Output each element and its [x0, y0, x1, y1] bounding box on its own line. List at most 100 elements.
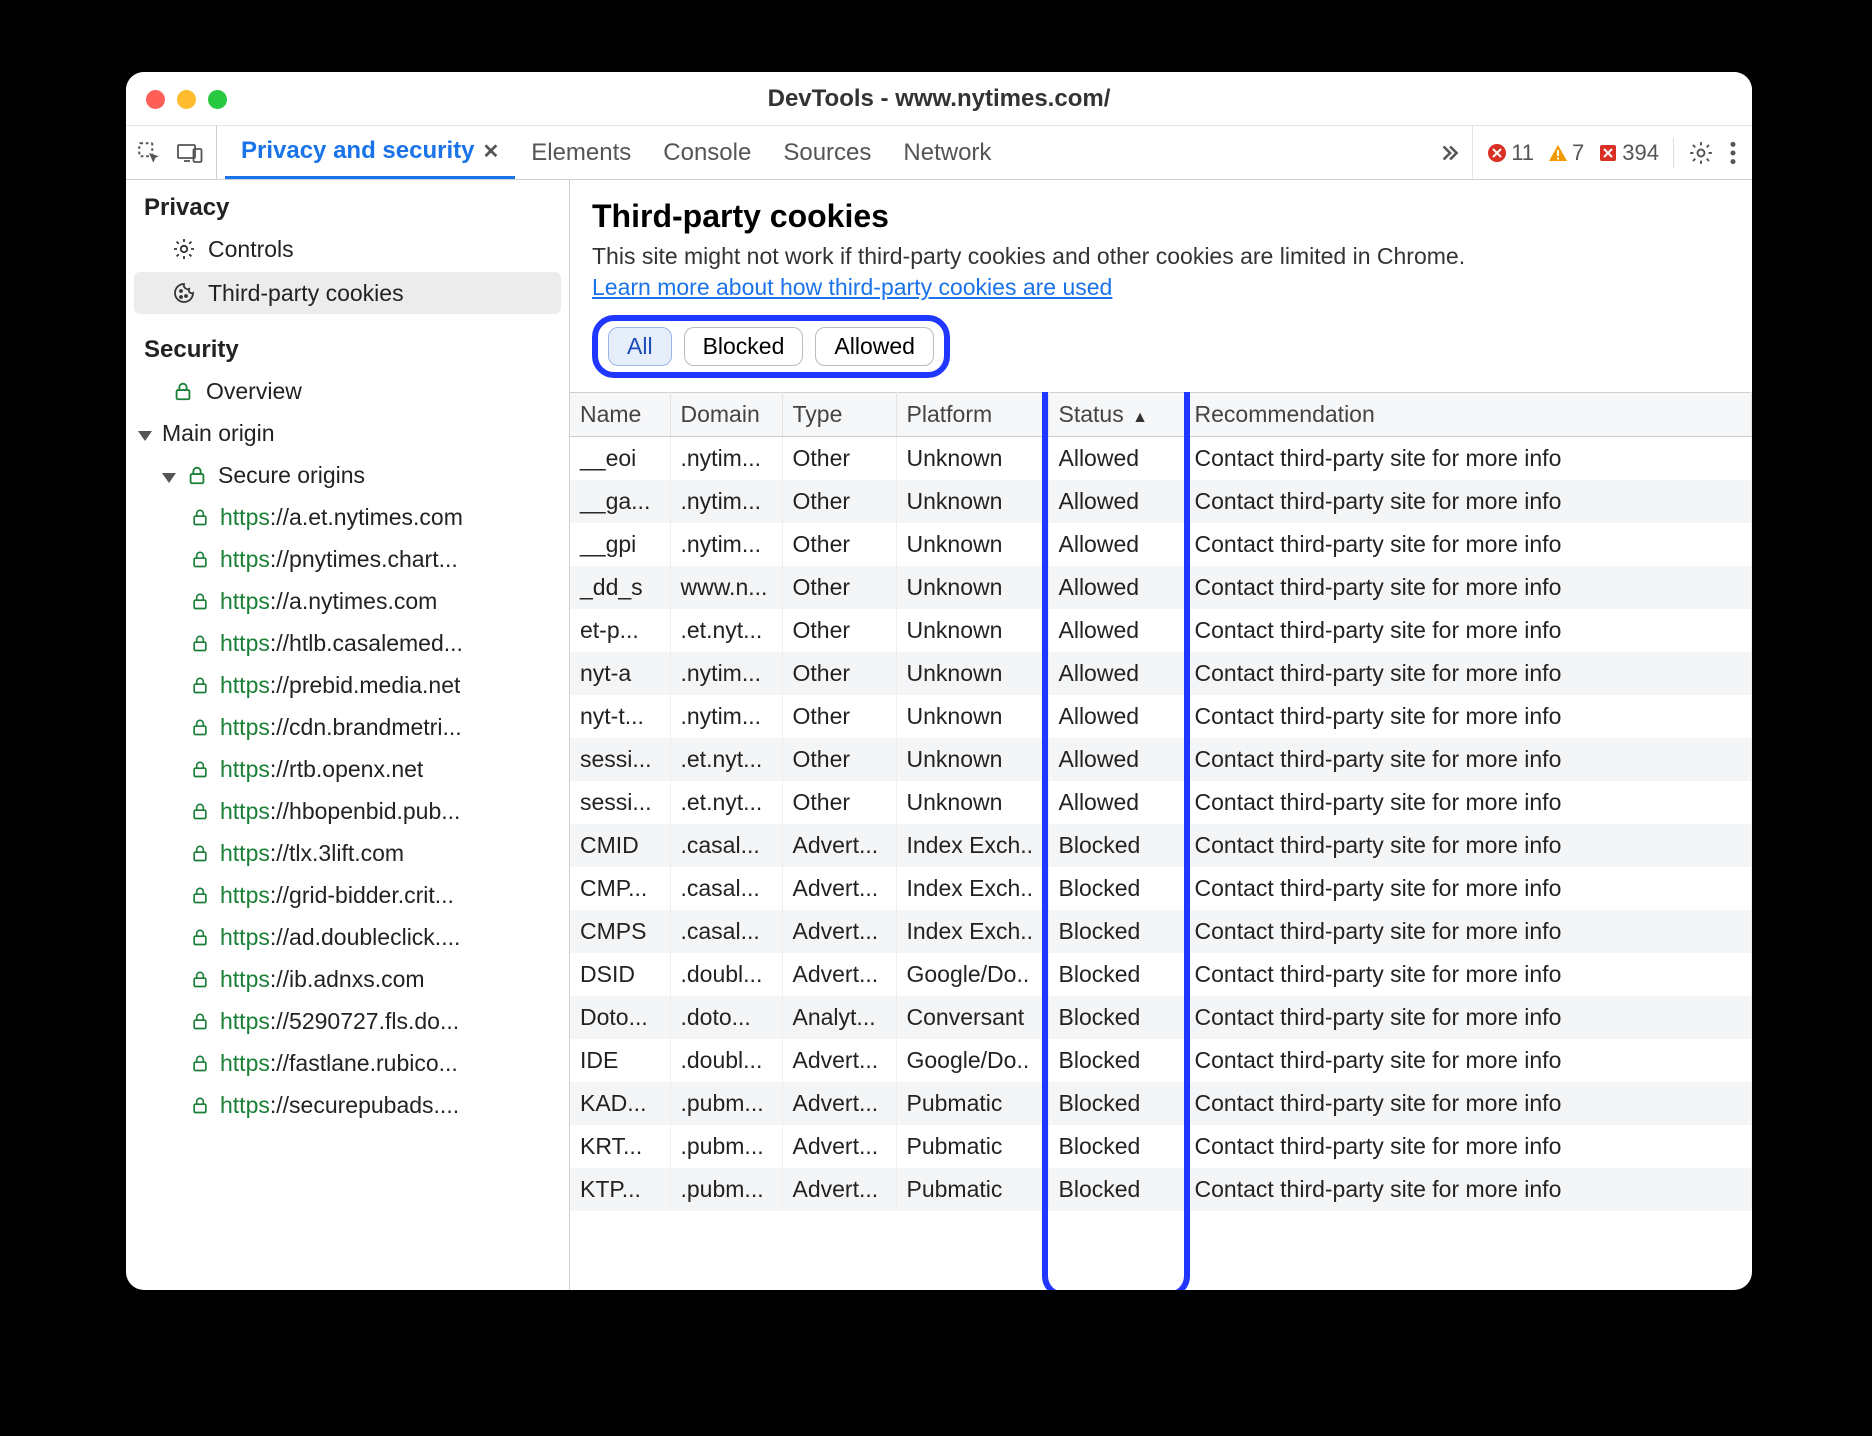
filter-chip-blocked[interactable]: Blocked [684, 327, 804, 366]
table-row[interactable]: CMP....casal...Advert...Index Exch..Bloc… [570, 867, 1752, 910]
table-row[interactable]: DSID.doubl...Advert...Google/Do..Blocked… [570, 953, 1752, 996]
lock-icon [190, 507, 210, 527]
close-tab-icon[interactable]: ✕ [482, 139, 499, 164]
cell-type: Advert... [782, 953, 896, 996]
table-row[interactable]: et-p....et.nyt...OtherUnknownAllowedCont… [570, 609, 1752, 652]
origin-protocol: https [220, 630, 270, 656]
filter-chip-allowed[interactable]: Allowed [815, 327, 934, 366]
cell-name: nyt-t... [570, 695, 670, 738]
origin-host: ://grid-bidder.crit... [270, 882, 454, 908]
column-header-recommendation[interactable]: Recommendation [1184, 393, 1752, 437]
origin-host: ://fastlane.rubico... [270, 1050, 458, 1076]
panel-tab-console[interactable]: Console [647, 126, 767, 179]
settings-icon[interactable] [1688, 140, 1714, 166]
column-header-type[interactable]: Type [782, 393, 896, 437]
origin-row[interactable]: https://5290727.fls.do... [126, 1000, 569, 1042]
panel-tab-elements[interactable]: Elements [515, 126, 647, 179]
cell-type: Advert... [782, 1082, 896, 1125]
close-window-button[interactable] [146, 90, 165, 109]
panel-tab-network[interactable]: Network [887, 126, 1007, 179]
table-row[interactable]: CMID.casal...Advert...Index Exch..Blocke… [570, 824, 1752, 867]
origin-row[interactable]: https://a.et.nytimes.com [126, 496, 569, 538]
cell-platform: Google/Do.. [896, 953, 1048, 996]
origin-row[interactable]: https://grid-bidder.crit... [126, 874, 569, 916]
column-header-status[interactable]: Status ▲ [1048, 393, 1184, 437]
panel-tab-sources[interactable]: Sources [767, 126, 887, 179]
table-row[interactable]: CMPS.casal...Advert...Index Exch..Blocke… [570, 910, 1752, 953]
cell-status: Allowed [1048, 652, 1184, 695]
cell-type: Other [782, 437, 896, 481]
table-row[interactable]: nyt-a.nytim...OtherUnknownAllowedContact… [570, 652, 1752, 695]
cell-type: Advert... [782, 1168, 896, 1211]
table-row[interactable]: sessi....et.nyt...OtherUnknownAllowedCon… [570, 781, 1752, 824]
column-header-domain[interactable]: Domain [670, 393, 782, 437]
origin-row[interactable]: https://rtb.openx.net [126, 748, 569, 790]
table-row[interactable]: __gpi.nytim...OtherUnknownAllowedContact… [570, 523, 1752, 566]
blocked-count[interactable]: 394 [1598, 140, 1659, 166]
cell-domain: .doto... [670, 996, 782, 1039]
zoom-window-button[interactable] [208, 90, 227, 109]
cell-name: Doto... [570, 996, 670, 1039]
cell-name: _dd_s [570, 566, 670, 609]
table-row[interactable]: __eoi.nytim...OtherUnknownAllowedContact… [570, 437, 1752, 481]
warnings-count[interactable]: 7 [1548, 140, 1584, 166]
origin-row[interactable]: https://pnytimes.chart... [126, 538, 569, 580]
table-row[interactable]: IDE.doubl...Advert...Google/Do..BlockedC… [570, 1039, 1752, 1082]
origin-url: https://securepubads.... [220, 1092, 459, 1119]
table-row[interactable]: sessi....et.nyt...OtherUnknownAllowedCon… [570, 738, 1752, 781]
main-header: Third-party cookies This site might not … [570, 180, 1752, 392]
cell-domain: .pubm... [670, 1168, 782, 1211]
devtools-window: DevTools - www.nytimes.com/ Privacy and … [126, 72, 1752, 1290]
origin-url: https://rtb.openx.net [220, 756, 423, 783]
origin-row[interactable]: https://cdn.brandmetri... [126, 706, 569, 748]
sidebar-item-overview[interactable]: Overview [126, 370, 569, 412]
origin-row[interactable]: https://a.nytimes.com [126, 580, 569, 622]
errors-count[interactable]: 11 [1487, 140, 1534, 166]
origin-row[interactable]: https://ad.doubleclick.... [126, 916, 569, 958]
table-row[interactable]: KAD....pubm...Advert...PubmaticBlockedCo… [570, 1082, 1752, 1125]
filter-chip-all[interactable]: All [608, 327, 672, 366]
tree-item-secure-origins[interactable]: Secure origins [126, 454, 569, 496]
more-tabs-overflow-icon[interactable] [1426, 140, 1472, 166]
cell-platform: Index Exch.. [896, 867, 1048, 910]
column-header-platform[interactable]: Platform [896, 393, 1048, 437]
panel-tabs: Privacy and security✕ElementsConsoleSour… [217, 126, 1426, 179]
panel-tab-privacy-and-security[interactable]: Privacy and security✕ [225, 126, 515, 179]
sidebar-item-label: Overview [206, 378, 302, 405]
tabbar-left-controls [126, 126, 217, 179]
cell-domain: .pubm... [670, 1082, 782, 1125]
origin-row[interactable]: https://hbopenbid.pub... [126, 790, 569, 832]
sidebar-item-controls[interactable]: Controls [126, 228, 569, 270]
origin-protocol: https [220, 672, 270, 698]
table-row[interactable]: _dd_swww.n...OtherUnknownAllowedContact … [570, 566, 1752, 609]
cell-status: Allowed [1048, 738, 1184, 781]
device-toggle-icon[interactable] [176, 140, 204, 166]
cell-platform: Unknown [896, 480, 1048, 523]
column-header-name[interactable]: Name [570, 393, 670, 437]
kebab-menu-icon[interactable] [1728, 140, 1738, 166]
inspect-element-icon[interactable] [136, 140, 162, 166]
table-row[interactable]: Doto....doto...Analyt...ConversantBlocke… [570, 996, 1752, 1039]
cell-rec: Contact third-party site for more info [1184, 910, 1752, 953]
sidebar-item-third-party-cookies[interactable]: Third-party cookies [134, 272, 561, 314]
table-row[interactable]: KRT....pubm...Advert...PubmaticBlockedCo… [570, 1125, 1752, 1168]
origin-row[interactable]: https://htlb.casalemed... [126, 622, 569, 664]
origin-row[interactable]: https://fastlane.rubico... [126, 1042, 569, 1084]
minimize-window-button[interactable] [177, 90, 196, 109]
table-row[interactable]: KTP....pubm...Advert...PubmaticBlockedCo… [570, 1168, 1752, 1211]
cell-type: Advert... [782, 824, 896, 867]
cell-name: KRT... [570, 1125, 670, 1168]
origin-host: ://a.et.nytimes.com [270, 504, 463, 530]
origin-row[interactable]: https://ib.adnxs.com [126, 958, 569, 1000]
origin-url: https://tlx.3lift.com [220, 840, 404, 867]
learn-more-link[interactable]: Learn more about how third-party cookies… [592, 274, 1112, 300]
origin-row[interactable]: https://tlx.3lift.com [126, 832, 569, 874]
table-row[interactable]: nyt-t....nytim...OtherUnknownAllowedCont… [570, 695, 1752, 738]
cell-platform: Index Exch.. [896, 824, 1048, 867]
origin-row[interactable]: https://prebid.media.net [126, 664, 569, 706]
tree-item-main-origin[interactable]: Main origin [126, 412, 569, 454]
table-row[interactable]: __ga....nytim...OtherUnknownAllowedConta… [570, 480, 1752, 523]
origin-row[interactable]: https://securepubads.... [126, 1084, 569, 1126]
origin-protocol: https [220, 588, 270, 614]
origin-protocol: https [220, 1008, 270, 1034]
